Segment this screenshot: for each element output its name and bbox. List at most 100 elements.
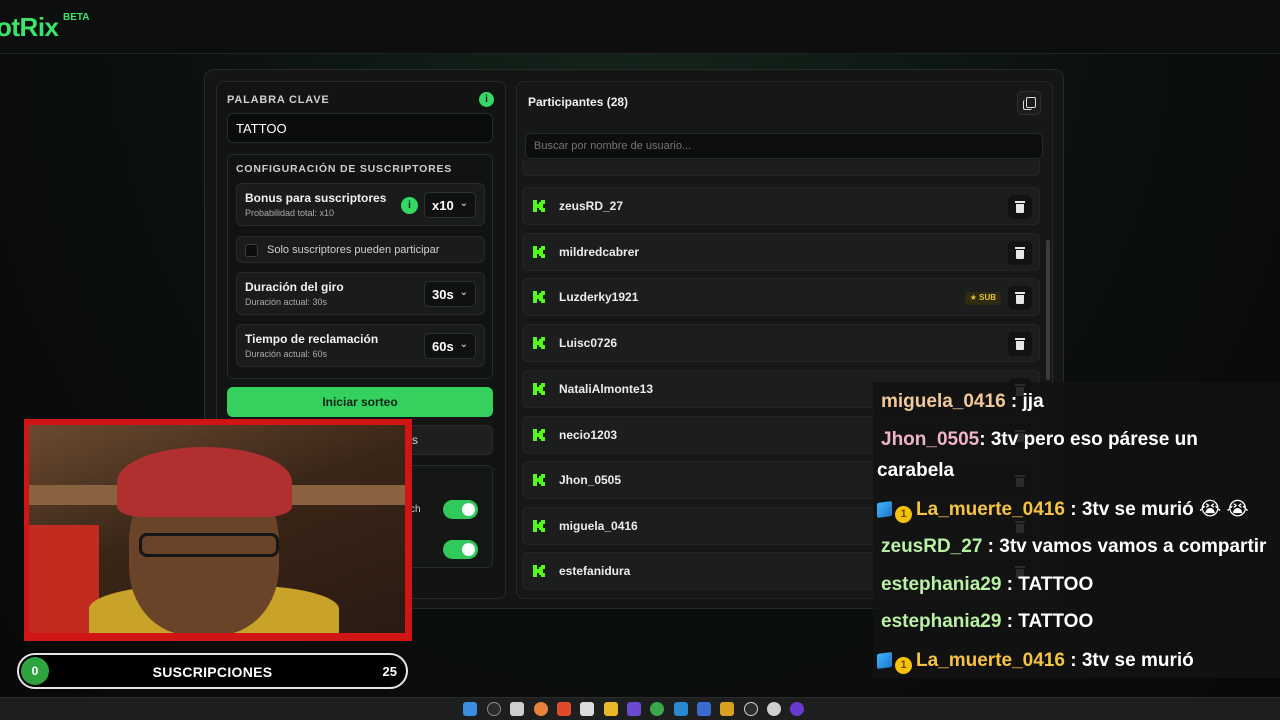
chat-message: 1 La_muerte_0416 : 3tv se murió	[877, 650, 1194, 674]
spin-duration-row: Duración del giro Duración actual: 30s 3…	[236, 272, 485, 315]
obs-icon[interactable]	[744, 702, 758, 716]
spin-duration-subtitle: Duración actual: 30s	[245, 297, 328, 307]
chat-username: miguela_0416	[881, 391, 1006, 412]
coin-badge-icon: 1	[895, 657, 912, 674]
participant-name: miguela_0416	[559, 519, 638, 533]
claim-time-subtitle: Duración actual: 60s	[245, 349, 328, 359]
subs-only-checkbox[interactable]	[245, 244, 258, 257]
chevron-down-icon: ⌄	[459, 287, 468, 298]
claim-time-title: Tiempo de reclamación	[245, 332, 379, 346]
chat-message: estephania29 : TATTOO	[881, 611, 1093, 633]
chevron-down-icon: ⌄	[459, 339, 468, 350]
trash-icon[interactable]	[1008, 332, 1032, 356]
chrome-icon[interactable]	[650, 702, 664, 716]
trash-icon[interactable]	[1008, 195, 1032, 219]
bonus-select[interactable]: x10 ⌄	[424, 192, 476, 218]
chat-username: estephania29	[881, 611, 1002, 632]
subs-only-label: Solo suscriptores pueden participar	[267, 244, 440, 256]
list-item: zeusRD_27	[522, 187, 1040, 225]
bonus-info-icon[interactable]: i	[401, 197, 418, 214]
browser-icon[interactable]	[534, 702, 548, 716]
spin-duration-select[interactable]: 30s ⌄	[424, 281, 476, 307]
bonus-select-value: x10	[432, 198, 454, 213]
participant-name: mildredcabrer	[559, 245, 640, 259]
chat-message: miguela_0416 : jja	[881, 391, 1044, 413]
start-raffle-button[interactable]: Iniciar sorteo	[227, 387, 493, 417]
chevron-down-icon: ⌄	[459, 198, 468, 209]
list-item	[522, 160, 1040, 176]
participant-name: estefanidura	[559, 564, 631, 578]
chat-text: : 3tv pero eso párese un	[979, 429, 1198, 450]
subs-only-row[interactable]: Solo suscriptores pueden participar	[236, 236, 485, 263]
chat-username: La_muerte_0416	[916, 499, 1065, 520]
participant-name: Jhon_0505	[559, 473, 622, 487]
calendar-icon[interactable]	[580, 702, 594, 716]
participants-title: Participantes (28)	[528, 95, 629, 109]
beta-badge: BETA	[63, 12, 90, 23]
toggle-1-switch[interactable]	[443, 500, 478, 519]
chat-text: : TATTOO	[1001, 574, 1094, 595]
sub-badge: ★ SUB	[964, 292, 1001, 305]
kick-icon	[533, 565, 545, 577]
app-icon[interactable]	[790, 702, 804, 716]
keyword-input[interactable]	[227, 113, 493, 143]
folder-icon[interactable]	[604, 702, 618, 716]
chat-username: La_muerte_0416	[916, 650, 1065, 671]
trash-icon[interactable]	[1008, 286, 1032, 310]
trash-icon[interactable]	[1008, 241, 1032, 265]
start-icon[interactable]	[463, 702, 477, 716]
app-icon[interactable]	[720, 702, 734, 716]
bonus-title: Bonus para suscriptores	[245, 191, 387, 205]
chat-username: zeusRD_27	[881, 536, 983, 557]
participant-search-input[interactable]	[525, 133, 1043, 159]
subscription-label: SUSCRIPCIONES	[152, 664, 273, 680]
app-icon[interactable]	[674, 702, 688, 716]
kick-icon	[533, 429, 545, 441]
kick-icon	[533, 200, 545, 212]
participant-name: Luisc0726	[559, 336, 618, 350]
bonus-subtitle: Probabilidad total: x10	[245, 208, 335, 218]
toggle-2-switch[interactable]	[443, 540, 478, 559]
chat-message: estephania29 : TATTOO	[881, 574, 1093, 596]
chat-badges: 1	[877, 651, 912, 674]
search-icon[interactable]	[487, 702, 501, 716]
keyword-info-icon[interactable]: i	[479, 92, 494, 107]
kick-icon	[533, 520, 545, 532]
list-item: mildredcabrer	[522, 233, 1040, 271]
chat-text: : 3tv se murió	[1064, 650, 1194, 671]
app-logo[interactable]: otRix	[0, 12, 59, 43]
task-view-icon[interactable]	[510, 702, 524, 716]
copy-icon[interactable]	[1017, 91, 1041, 115]
app-icon[interactable]	[697, 702, 711, 716]
webcam-glasses	[139, 533, 279, 557]
claim-time-value: 60s	[432, 339, 454, 354]
cube-badge-icon	[877, 651, 892, 670]
app-icon[interactable]	[767, 702, 781, 716]
chat-username: Jhon_0505	[881, 429, 980, 450]
chat-text: : 3tv se murió 😭 😭	[1064, 499, 1249, 520]
app-icon[interactable]	[627, 702, 641, 716]
list-item: Luzderky1921 ★ SUB	[522, 278, 1040, 316]
list-item: Luisc0726	[522, 324, 1040, 362]
chat-message: zeusRD_27 : 3tv vamos vamos a compartir	[881, 536, 1266, 558]
list-scrollbar[interactable]	[1046, 240, 1050, 380]
webcam-feed	[29, 425, 405, 633]
sub-badge-label: SUB	[979, 293, 996, 302]
subscription-goal-bar: 0 SUSCRIPCIONES 25	[17, 653, 408, 689]
chat-badges: 1	[877, 500, 912, 523]
kick-icon	[533, 291, 545, 303]
kick-icon	[533, 383, 545, 395]
chat-text: carabela	[877, 460, 955, 481]
chat-message-continuation: carabela	[877, 460, 954, 482]
spin-duration-value: 30s	[432, 287, 454, 302]
chat-overlay: miguela_0416 : jja Jhon_0505: 3tv pero e…	[873, 382, 1280, 678]
brave-icon[interactable]	[557, 702, 571, 716]
secondary-action-label: s	[412, 433, 418, 447]
chat-text: : TATTOO	[1001, 611, 1094, 632]
kick-icon	[533, 474, 545, 486]
chat-message: Jhon_0505: 3tv pero eso párese un	[881, 429, 1198, 451]
kick-icon	[533, 246, 545, 258]
participant-name: zeusRD_27	[559, 199, 624, 213]
chat-text: : jja	[1005, 391, 1044, 412]
claim-time-select[interactable]: 60s ⌄	[424, 333, 476, 359]
